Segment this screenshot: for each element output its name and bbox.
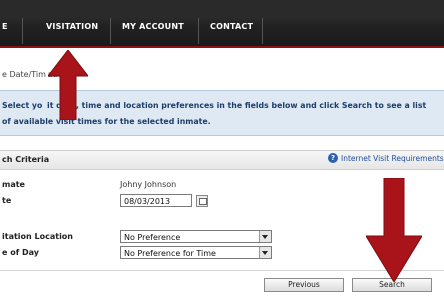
nav-item-my-account[interactable]: MY ACCOUNT <box>122 22 184 31</box>
search-criteria-title: ch Criteria <box>2 155 50 164</box>
search-button[interactable]: Search <box>352 278 432 292</box>
visitation-location-select[interactable]: No Preference <box>120 230 272 243</box>
breadcrumb: e Date/Tim ation <box>2 70 68 79</box>
nav-item-home[interactable]: E <box>2 22 8 31</box>
date-label: te <box>2 196 12 205</box>
nav-divider <box>262 18 263 44</box>
inmate-value: Johny Johnson <box>120 180 177 189</box>
previous-button[interactable]: Previous <box>264 278 344 292</box>
time-of-day-select[interactable]: No Preference for Time <box>120 246 272 259</box>
nav-item-visitation[interactable]: VISITATION <box>46 22 98 31</box>
calendar-icon[interactable] <box>196 195 208 207</box>
time-of-day-label: e of Day <box>2 248 39 257</box>
time-of-day-value: No Preference for Time <box>124 249 216 258</box>
nav-item-contact[interactable]: CONTACT <box>210 22 253 31</box>
nav-divider <box>198 18 199 44</box>
form-divider <box>0 270 444 271</box>
date-field[interactable]: 08/03/2013 <box>120 194 192 207</box>
visitation-location-label: itation Location <box>2 232 73 241</box>
nav-divider <box>110 18 111 44</box>
down-arrow-icon <box>366 178 422 282</box>
instruction-line-2: of available visit times for the selecte… <box>2 117 211 126</box>
chevron-down-icon[interactable] <box>259 247 271 258</box>
instruction-line-1: Select yo it date, time and location pre… <box>2 101 427 110</box>
nav-divider <box>22 18 23 44</box>
requirements-link-text[interactable]: Internet Visit Requirements <box>341 154 444 163</box>
inmate-label: mate <box>2 180 25 189</box>
instruction-text: Select yo it date, time and location pre… <box>2 98 440 130</box>
visitation-location-value: No Preference <box>124 233 181 242</box>
info-icon: ? <box>328 153 338 163</box>
chevron-down-icon[interactable] <box>259 231 271 242</box>
top-nav-strip <box>0 0 444 18</box>
